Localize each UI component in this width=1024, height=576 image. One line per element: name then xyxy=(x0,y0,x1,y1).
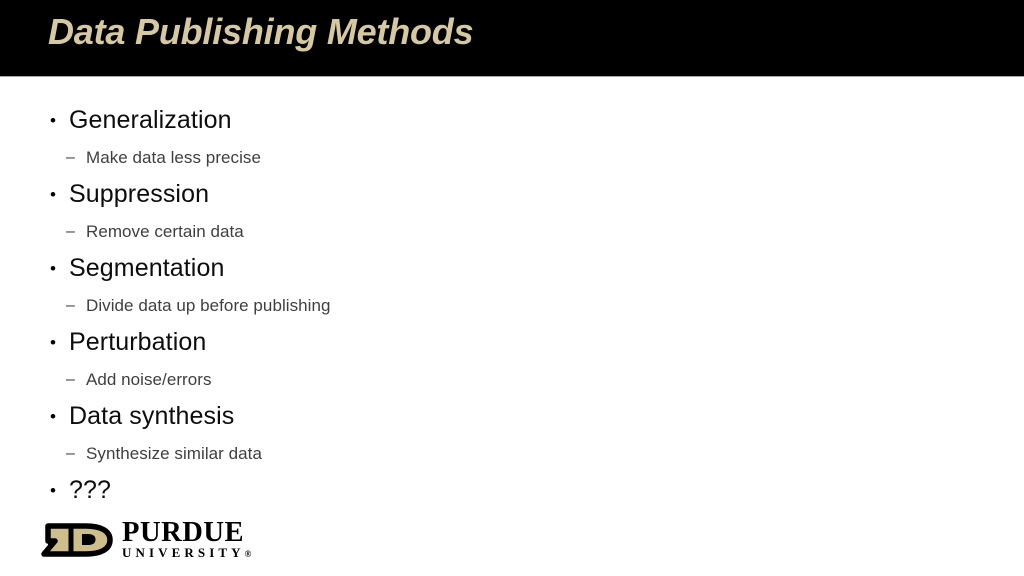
bullet-label: Data synthesis xyxy=(69,402,235,430)
bullet-item: • Segmentation xyxy=(0,250,1024,287)
bullet-label: Suppression xyxy=(69,180,210,208)
bullet-list: • Generalization – Make data less precise • S… xyxy=(0,77,1024,509)
bullet-marker-icon: • xyxy=(50,185,56,204)
title-bar: Data Publishing Methods xyxy=(0,0,1024,77)
bullet-marker-icon: • xyxy=(50,259,56,278)
sub-bullet-item: – Make data less precise xyxy=(0,139,1024,176)
bullet-item: • Data synthesis xyxy=(0,398,1024,435)
dash-marker-icon: – xyxy=(66,371,75,388)
sub-bullet-item: – Remove certain data xyxy=(0,213,1024,250)
sub-bullet-item: – Divide data up before publishing xyxy=(0,287,1024,324)
slide: Data Publishing Methods • Generalization –… xyxy=(0,0,1024,576)
sub-bullet-label: Remove certain data xyxy=(86,222,244,241)
dash-marker-icon: – xyxy=(66,223,75,240)
bullet-item: • Perturbation xyxy=(0,324,1024,361)
bullet-item: • Suppression xyxy=(0,176,1024,213)
bullet-marker-icon: • xyxy=(50,111,56,130)
page-title: Data Publishing Methods xyxy=(48,11,474,52)
purdue-logo: PURDUE UNIVERSITY® xyxy=(40,518,255,564)
bullet-label: Segmentation xyxy=(69,254,225,282)
purdue-motion-p-icon xyxy=(41,523,113,557)
wordmark-purdue: PURDUE xyxy=(122,517,245,548)
sub-bullet-label: Add noise/errors xyxy=(86,370,212,389)
sub-bullet-label: Synthesize similar data xyxy=(86,444,262,463)
dash-marker-icon: – xyxy=(66,149,75,166)
registered-mark-icon: ® xyxy=(244,549,252,559)
bullet-marker-icon: • xyxy=(50,481,56,500)
bullet-label: Generalization xyxy=(69,106,232,134)
purdue-wordmark: PURDUE UNIVERSITY® xyxy=(122,519,251,563)
sub-bullet-item: – Synthesize similar data xyxy=(0,435,1024,472)
dash-marker-icon: – xyxy=(66,297,75,314)
bullet-item: •??? xyxy=(0,472,1024,509)
bullet-label: ??? xyxy=(69,476,112,504)
bullet-label: Perturbation xyxy=(69,328,207,356)
dash-marker-icon: – xyxy=(66,445,75,462)
bullet-item: • Generalization xyxy=(0,102,1024,139)
bullet-marker-icon: • xyxy=(50,333,56,352)
sub-bullet-label: Divide data up before publishing xyxy=(86,296,331,315)
sub-bullet-label: Make data less precise xyxy=(86,148,261,167)
sub-bullet-item: – Add noise/errors xyxy=(0,361,1024,398)
bullet-marker-icon: • xyxy=(50,407,56,426)
